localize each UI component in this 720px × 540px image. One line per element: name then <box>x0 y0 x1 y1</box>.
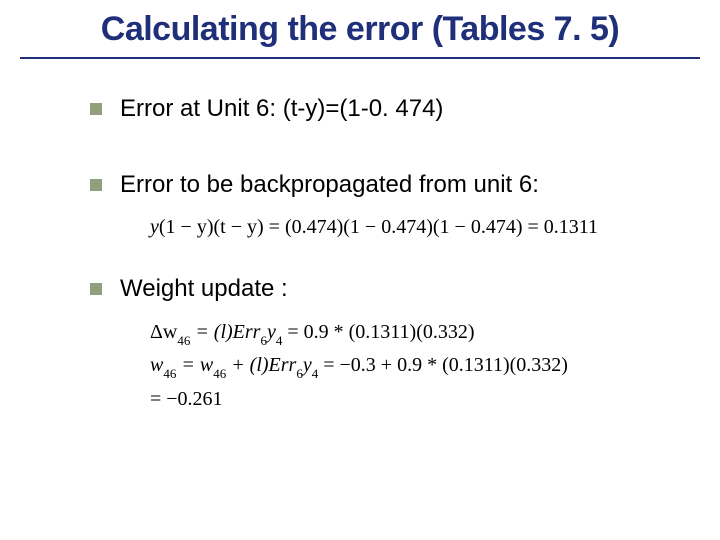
eq: = <box>264 216 285 238</box>
subscript: 4 <box>312 366 319 381</box>
result: = −0.261 <box>150 388 223 410</box>
sym: w <box>150 354 163 376</box>
subscript: 4 <box>276 333 283 348</box>
bullet-item: Error at Unit 6: (t-y)=(1-0. 474) <box>90 93 660 125</box>
num: (1 − 0.474) <box>343 216 433 238</box>
subscript: 6 <box>260 333 267 348</box>
subscript: 46 <box>177 333 190 348</box>
formula-line: w46 = w46 + (l)Err6y4 = −0.3 + 0.9 * (0.… <box>150 349 660 383</box>
expr: = 0.9 * (0.1311)(0.332) <box>282 321 474 343</box>
num: (0.474) <box>285 216 343 238</box>
var-y: y <box>150 216 159 238</box>
var: y <box>303 354 312 376</box>
sym: Δw <box>150 321 177 343</box>
subscript: 46 <box>213 366 226 381</box>
subscript: 46 <box>163 366 176 381</box>
square-bullet-icon <box>90 103 102 115</box>
formula-line: y(1 − y)(t − y) = (0.474)(1 − 0.474)(1 −… <box>150 211 660 243</box>
num: (1 − 0.474) <box>433 216 523 238</box>
expr: (1 − y) <box>159 216 214 238</box>
var: y <box>267 321 276 343</box>
square-bullet-icon <box>90 179 102 191</box>
formula-backprop: y(1 − y)(t − y) = (0.474)(1 − 0.474)(1 −… <box>90 211 660 243</box>
bullet-text: Error at Unit 6: (t-y)=(1-0. 474) <box>120 93 443 125</box>
expr: = w <box>176 354 213 376</box>
title-block: Calculating the error (Tables 7. 5) <box>0 0 720 59</box>
subscript: 6 <box>296 366 303 381</box>
expr: = (l)Err <box>190 321 260 343</box>
expr: (t − y) <box>214 216 264 238</box>
bullet-item: Weight update : <box>90 273 660 305</box>
formula-line: = −0.261 <box>150 383 660 415</box>
bullet-text: Error to be backpropagated from unit 6: <box>120 169 539 201</box>
slide-title: Calculating the error (Tables 7. 5) <box>20 8 700 51</box>
expr: + (l)Err <box>226 354 296 376</box>
bullet-text: Weight update : <box>120 273 288 305</box>
bullet-item: Error to be backpropagated from unit 6: <box>90 169 660 201</box>
formula-line: Δw46 = (l)Err6y4 = 0.9 * (0.1311)(0.332) <box>150 316 660 350</box>
slide: Calculating the error (Tables 7. 5) Erro… <box>0 0 720 540</box>
content-area: Error at Unit 6: (t-y)=(1-0. 474) Error … <box>0 59 720 416</box>
formula-weight-update: Δw46 = (l)Err6y4 = 0.9 * (0.1311)(0.332)… <box>90 316 660 416</box>
square-bullet-icon <box>90 283 102 295</box>
result: = 0.1311 <box>522 216 598 238</box>
expr: = −0.3 + 0.9 * (0.1311)(0.332) <box>318 354 568 376</box>
